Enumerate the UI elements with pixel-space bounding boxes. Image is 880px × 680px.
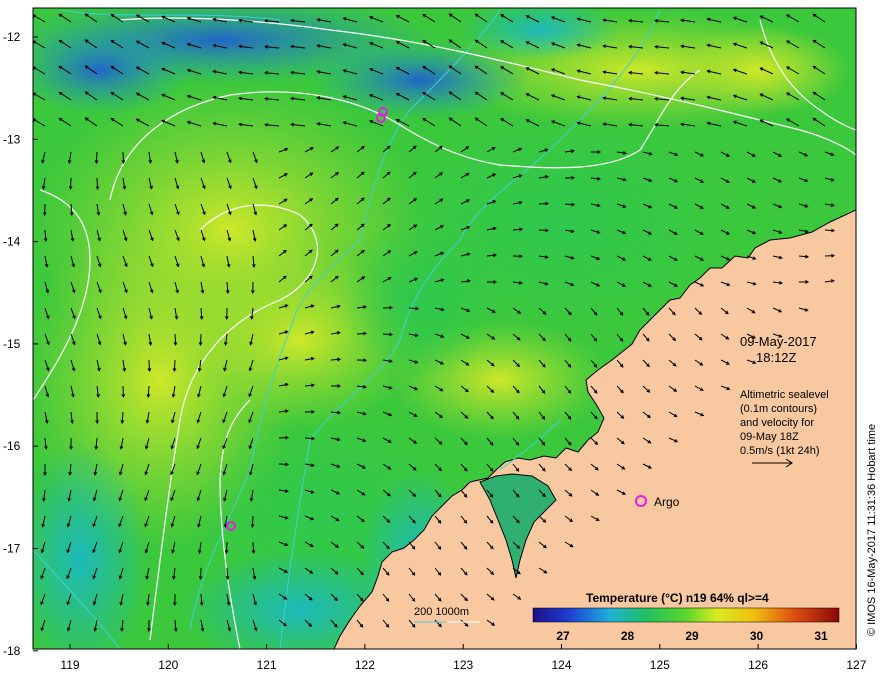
lon-tick-label: 120: [158, 658, 178, 672]
lat-tick-label: -17: [3, 542, 21, 556]
map-time: 18:12Z: [756, 350, 797, 365]
velocity-arrow: [122, 151, 124, 164]
lat-tick-label: -16: [3, 439, 21, 453]
lon-tick-label: 127: [846, 658, 866, 672]
lat-tick-label: -12: [3, 30, 21, 44]
altimetry-line: Altimetric sealevel: [740, 389, 829, 401]
altimetry-line: 09-May 18Z: [740, 431, 799, 443]
colorbar-gradient: [532, 607, 840, 623]
colorbar-tick-label: 30: [750, 629, 764, 643]
lon-tick-label: 119: [60, 658, 79, 672]
colorbar-tick-label: 31: [814, 629, 828, 643]
altimetry-line: 0.5m/s (1kt 24h): [740, 445, 819, 457]
lon-tick-label: 126: [748, 658, 768, 672]
lon-tick-label: 124: [551, 658, 571, 672]
colorbar-title: Temperature (°C) n19 64% ql>=4: [586, 591, 769, 605]
velocity-arrow: [148, 359, 150, 372]
credit-text: © IMOS 16-May-2017 11:31:36 Hobart time: [866, 423, 878, 636]
lon-tick-label: 125: [650, 658, 670, 672]
colorbar-tick-label: 29: [685, 629, 699, 643]
argo-label: Argo: [654, 495, 680, 509]
map-date: 09-May-2017: [740, 334, 817, 349]
sst-map: Argo 09-May-2017 18:12Z Altimetric seale…: [3, 7, 867, 672]
altimetry-line: and velocity for: [740, 417, 814, 429]
lat-tick-label: -15: [3, 337, 21, 351]
colorbar-tick-label: 27: [556, 629, 570, 643]
sst-field: [33, 8, 856, 649]
lat-tick-label: -14: [3, 235, 21, 249]
lat-tick-label: -18: [3, 644, 21, 658]
velocity-arrow: [226, 541, 228, 554]
lon-tick-label: 121: [257, 658, 277, 672]
lon-tick-label: 123: [453, 658, 473, 672]
lat-tick-label: -13: [3, 132, 21, 146]
colorbar-tick-label: 28: [621, 629, 635, 643]
depth-legend-label: 200 1000m: [414, 606, 469, 618]
velocity-arrow: [70, 177, 72, 190]
altimetry-line: (0.1m contours): [740, 403, 817, 415]
lon-tick-label: 122: [355, 658, 375, 672]
velocity-arrow: [200, 333, 202, 346]
